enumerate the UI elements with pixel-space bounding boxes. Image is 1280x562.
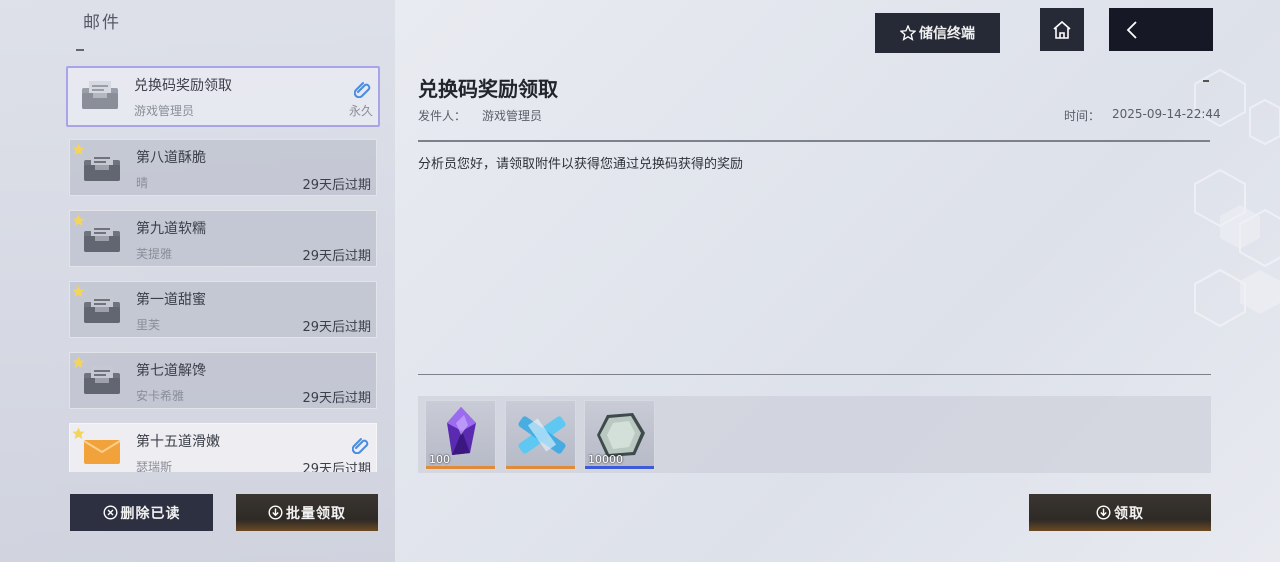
attachment-slot[interactable] [505, 400, 576, 470]
hexagon-decoration [1194, 68, 1280, 328]
attachment-icon [352, 438, 369, 454]
attachment-qty: 10000 [588, 453, 623, 466]
blue-ticket-icon [518, 416, 566, 454]
time-label: 时间： [1064, 109, 1101, 123]
time-value: 2025-09-14-22:44 [1112, 107, 1221, 121]
mail-subject: 第十五道滑嫩 [136, 434, 220, 450]
claim-button[interactable]: 领取 [1029, 494, 1211, 531]
delete-read-label: 删除已读 [120, 505, 181, 522]
close-circle-icon [102, 505, 118, 520]
tray-icon [84, 366, 120, 394]
back-button[interactable] [1109, 8, 1213, 51]
claim-label: 领取 [1114, 505, 1144, 522]
terminal-label: 储信终端 [919, 26, 975, 42]
mail-item[interactable]: 第七道解馋 安卡希雅 29天后过期 [69, 352, 377, 409]
mail-item[interactable]: 第一道甜蜜 里芙 29天后过期 [69, 281, 377, 338]
mail-sender: 安卡希雅 [136, 389, 185, 403]
tray-icon [84, 153, 120, 181]
mail-item[interactable]: 第十五道滑嫩 瑟瑞斯 29天后过期 [69, 423, 377, 472]
tray-icon [82, 81, 118, 109]
mail-sender: 芙提雅 [136, 247, 173, 261]
claim-all-label: 批量领取 [286, 505, 346, 522]
home-button[interactable] [1040, 8, 1084, 51]
attachment-qty: 100 [429, 453, 450, 466]
mail-sender: 里芙 [136, 318, 161, 332]
page-title: 邮件 [83, 13, 121, 33]
star-outline-icon [900, 25, 916, 41]
mail-body: 分析员您好，请领取附件以获得您通过兑换码获得的奖励 [418, 157, 744, 172]
mail-detail-title: 兑换码奖励领取 [418, 77, 558, 101]
mail-subject: 兑换码奖励领取 [134, 78, 232, 94]
mail-sender: 瑟瑞斯 [136, 460, 173, 472]
envelope-icon [83, 440, 121, 464]
rarity-bar [585, 466, 654, 469]
mail-subject: 第一道甜蜜 [136, 292, 206, 308]
corner-mark [1203, 80, 1209, 82]
delete-read-button[interactable]: 删除已读 [70, 494, 213, 531]
mail-expiry: 29天后过期 [302, 178, 371, 193]
mail-item-selected[interactable]: 兑换码奖励领取 游戏管理员 永久 [66, 66, 380, 127]
download-circle-icon [268, 505, 283, 520]
attachment-icon [354, 82, 371, 98]
mail-subject: 第九道软糯 [136, 221, 206, 237]
mail-subject: 第七道解馋 [136, 363, 206, 379]
mail-list[interactable]: 兑换码奖励领取 游戏管理员 永久 第八道酥脆 晴 29天后过期 第九道软糯 芙提… [66, 66, 381, 472]
tray-icon [84, 295, 120, 323]
mail-sender: 游戏管理员 [134, 104, 195, 118]
rarity-bar [506, 466, 575, 469]
attachments-panel: 100 10000 [418, 396, 1211, 473]
download-circle-icon [1096, 505, 1111, 520]
terminal-button[interactable]: 储信终端 [875, 13, 1000, 53]
sender-name: 游戏管理员 [482, 109, 543, 123]
mail-sender: 晴 [136, 176, 149, 190]
attachment-slot[interactable]: 100 [425, 400, 496, 470]
back-arrow-icon [1126, 20, 1137, 39]
mail-expiry: 永久 [348, 104, 373, 118]
mail-item[interactable]: 第八道酥脆 晴 29天后过期 [69, 139, 377, 196]
detail-divider-top [418, 140, 1210, 142]
claim-all-button[interactable]: 批量领取 [236, 494, 378, 531]
mail-expiry: 29天后过期 [302, 391, 371, 406]
home-icon [1053, 20, 1071, 39]
sender-label: 发件人： [418, 109, 467, 123]
tray-icon [84, 224, 120, 252]
detail-divider-bottom [418, 374, 1211, 375]
title-divider [76, 49, 84, 51]
mail-subject: 第八道酥脆 [136, 150, 206, 166]
mail-expiry: 29天后过期 [302, 462, 371, 472]
mail-expiry: 29天后过期 [302, 320, 371, 335]
rarity-bar [426, 466, 495, 469]
attachment-slot[interactable]: 10000 [584, 400, 655, 470]
mail-item[interactable]: 第九道软糯 芙提雅 29天后过期 [69, 210, 377, 267]
mail-expiry: 29天后过期 [302, 249, 371, 264]
